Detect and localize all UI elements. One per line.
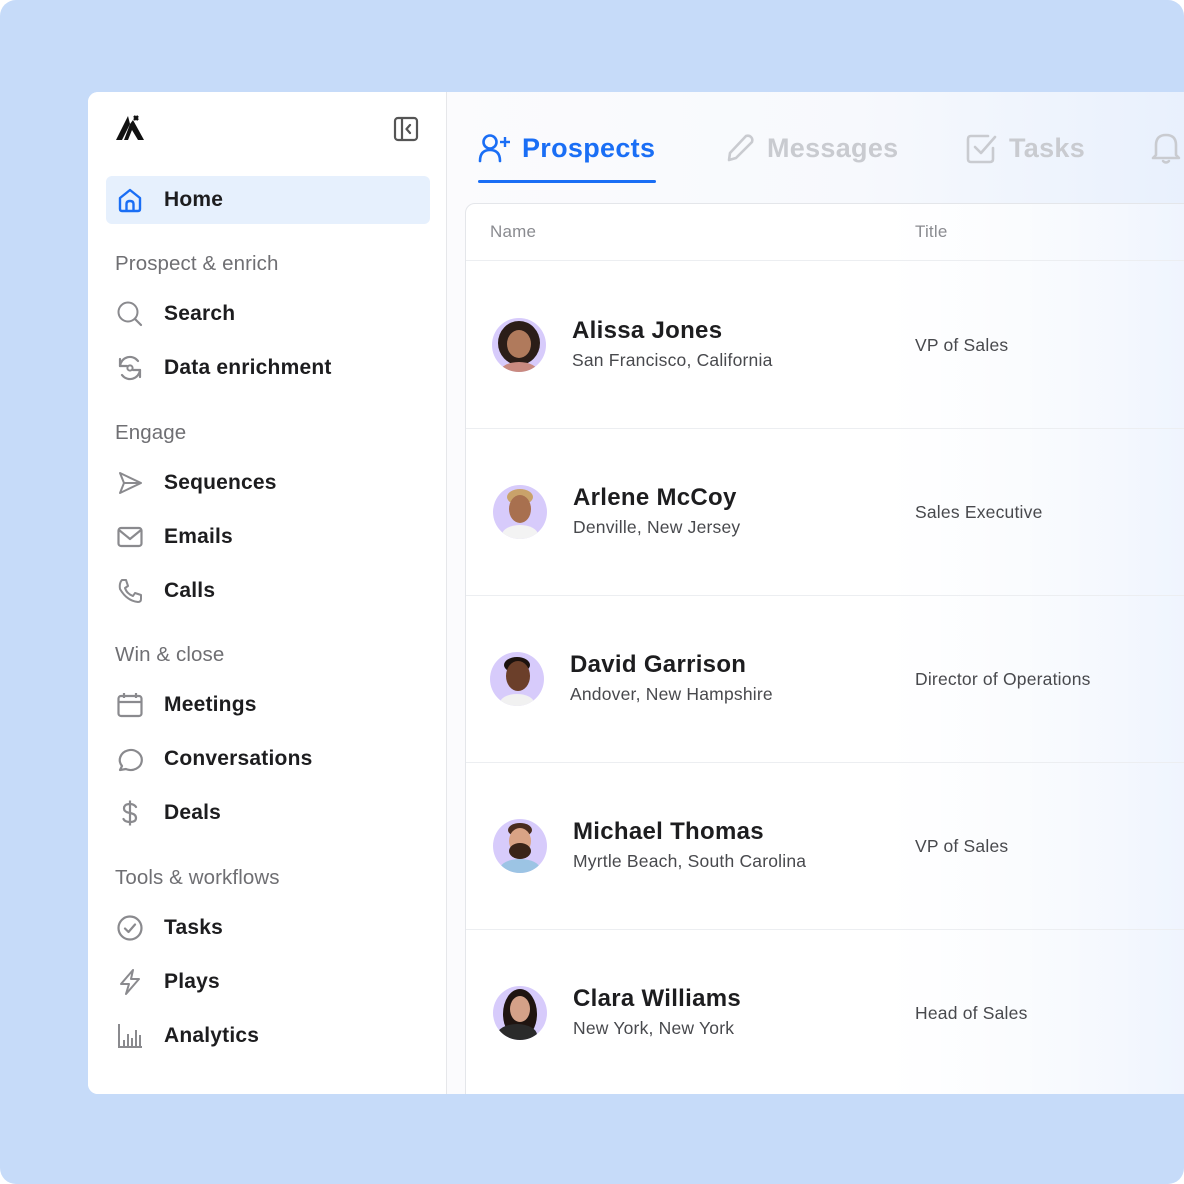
avatar [493,986,547,1040]
sidebar-item-calls[interactable]: Calls [106,567,430,615]
tab-label: Messages [767,132,899,163]
sidebar-collapse-button[interactable] [393,116,419,142]
sidebar-collapse-icon [393,116,419,142]
search-icon [116,300,144,328]
prospect-title: Sales Executive [915,502,1043,522]
pencil-icon [723,131,757,165]
sidebar-item-tasks[interactable]: Tasks [106,904,430,952]
prospect-name[interactable]: David Garrison [570,651,746,679]
prospect-location: Denville, New Jersey [573,517,741,537]
sidebar-item-label: Data enrichment [164,356,332,379]
refresh-cycle-icon [116,354,144,382]
column-header-name[interactable]: Name [490,222,536,242]
tab-tasks[interactable]: Tasks [965,128,1085,168]
sidebar-item-search[interactable]: Search [106,290,430,338]
sidebar-item-meetings[interactable]: Meetings [106,681,430,729]
app-window: Home Prospect & enrich Search Data enric… [88,92,1184,1094]
logo-icon[interactable] [114,114,146,144]
sidebar-item-label: Plays [164,970,220,993]
tab-label: Prospects [522,132,656,163]
table-row[interactable]: Clara Williams New York, New York Head o… [466,929,1184,1094]
sidebar-item-label: Analytics [164,1024,260,1047]
sidebar-item-label: Conversations [164,747,313,770]
prospects-table: Name Title Alissa Jones San Francisco, C… [465,203,1184,1094]
sidebar-item-label: Meetings [164,693,257,716]
dollar-icon [116,799,144,827]
send-icon [116,469,144,497]
sidebar-item-deals[interactable]: Deals [106,789,430,837]
prospect-name[interactable]: Michael Thomas [573,818,764,846]
prospect-title: VP of Sales [915,335,1009,355]
sidebar-item-conversations[interactable]: Conversations [106,735,430,783]
sidebar-item-label: Deals [164,801,222,824]
table-header: Name Title [466,204,1184,261]
avatar [493,819,547,873]
main-content: Prospects Messages Tasks Name Title Alis… [447,92,1184,1094]
section-label-win-close: Win & close [115,643,225,666]
column-header-title[interactable]: Title [915,222,948,242]
chat-bubble-icon [116,745,144,773]
prospect-location: San Francisco, California [572,350,773,370]
sidebar-item-label: Search [164,302,236,325]
prospect-title: Director of Operations [915,669,1091,689]
sidebar-item-label: Calls [164,579,216,602]
active-tab-indicator [478,180,656,183]
bell-icon [1149,131,1183,165]
sidebar-item-data-enrichment[interactable]: Data enrichment [106,344,430,392]
sidebar-item-sequences[interactable]: Sequences [106,459,430,507]
prospect-location: New York, New York [573,1018,735,1038]
section-label-engage: Engage [115,421,187,444]
page-background: Home Prospect & enrich Search Data enric… [0,0,1184,1184]
table-row[interactable]: Michael Thomas Myrtle Beach, South Carol… [466,762,1184,930]
sidebar-item-plays[interactable]: Plays [106,958,430,1006]
mail-icon [116,523,144,551]
prospect-name[interactable]: Alissa Jones [572,317,722,345]
avatar [493,485,547,539]
sidebar-item-home[interactable]: Home [106,176,430,224]
tab-messages[interactable]: Messages [723,128,898,168]
sidebar-item-label: Emails [164,525,233,548]
lightning-icon [116,968,144,996]
prospect-title: Head of Sales [915,1003,1028,1023]
sidebar-item-label: Sequences [164,471,277,494]
checkbox-icon [965,131,999,165]
section-label-tools-workflows: Tools & workflows [115,866,280,889]
calendar-icon [116,691,144,719]
tab-prospects[interactable]: Prospects [478,128,655,168]
prospect-title: VP of Sales [915,836,1009,856]
table-row[interactable]: Alissa Jones San Francisco, California V… [466,261,1184,429]
avatar [492,318,546,372]
sidebar-item-label: Home [164,188,224,211]
sidebar-item-label: Tasks [164,916,223,939]
table-row[interactable]: David Garrison Andover, New Hampshire Di… [466,595,1184,763]
prospect-name[interactable]: Arlene McCoy [573,484,737,512]
prospect-name[interactable]: Clara Williams [573,985,741,1013]
bar-chart-icon [116,1022,144,1050]
table-row[interactable]: Arlene McCoy Denville, New Jersey Sales … [466,428,1184,596]
tab-label: Tasks [1009,132,1086,163]
sidebar-item-analytics[interactable]: Analytics [106,1012,430,1060]
prospect-location: Andover, New Hampshire [570,684,773,704]
avatar [490,652,544,706]
sidebar-item-emails[interactable]: Emails [106,513,430,561]
tab-notifications[interactable] [1149,128,1184,168]
prospect-location: Myrtle Beach, South Carolina [573,851,807,871]
tab-bar: Prospects Messages Tasks [447,92,1184,202]
home-icon [116,186,144,214]
sidebar: Home Prospect & enrich Search Data enric… [88,92,447,1094]
section-label-prospect-enrich: Prospect & enrich [115,252,279,275]
user-plus-icon [478,131,512,165]
check-circle-icon [116,914,144,942]
phone-icon [116,577,144,605]
